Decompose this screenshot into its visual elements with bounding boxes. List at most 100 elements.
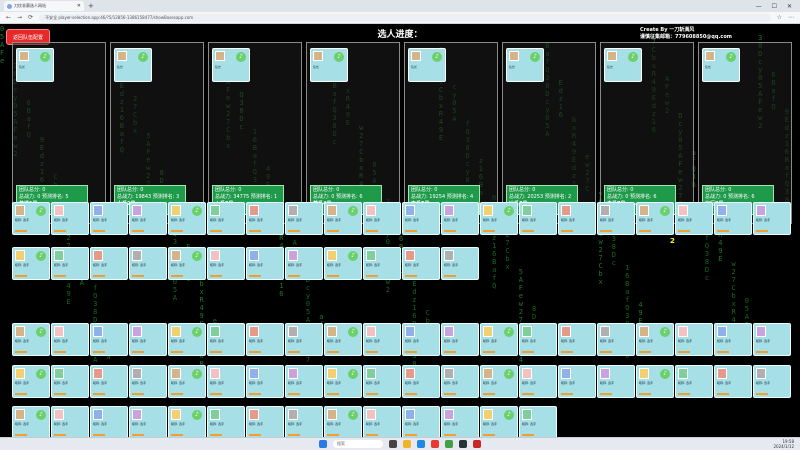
speaker-icon[interactable]: ♪ (628, 52, 638, 62)
player-card[interactable]: 昵称: 选手 (675, 365, 713, 398)
player-card[interactable]: 昵称: 选手 (129, 365, 167, 398)
player-card[interactable]: 昵称: 选手 (714, 365, 752, 398)
player-card[interactable]: 昵称: 选手 ♪ (636, 202, 674, 235)
player-card[interactable]: 昵称: 选手 (246, 406, 284, 437)
player-card[interactable]: 昵称: 选手 (441, 406, 479, 437)
search-input[interactable]: 搜索 (333, 440, 383, 448)
speaker-icon[interactable]: ♪ (138, 52, 148, 62)
speaker-icon[interactable]: ♪ (504, 206, 514, 216)
player-card[interactable]: 昵称: 选手 (246, 323, 284, 356)
player-card[interactable]: 昵称: 选手 (246, 247, 284, 280)
player-card[interactable]: 昵称: 选手 (51, 365, 89, 398)
player-card[interactable]: 昵称: 选手 (285, 406, 323, 437)
captain-card[interactable]: ♪ 队长 (702, 48, 740, 82)
player-card[interactable]: 昵称: 选手 ♪ (324, 365, 362, 398)
player-card[interactable]: 昵称: 选手 (597, 202, 635, 235)
player-card[interactable]: 昵称: 选手 (402, 365, 440, 398)
player-card[interactable]: 昵称: 选手 (363, 365, 401, 398)
player-card[interactable]: 昵称: 选手 ♪ (480, 323, 518, 356)
player-card[interactable]: 昵称: 选手 ♪ (324, 247, 362, 280)
player-card[interactable]: 昵称: 选手 (714, 323, 752, 356)
speaker-icon[interactable]: ♪ (660, 369, 670, 379)
speaker-icon[interactable]: ♪ (36, 410, 46, 420)
forward-icon[interactable]: → (17, 14, 22, 21)
favorites-icon[interactable]: ☆ (777, 14, 782, 21)
captain-card[interactable]: ♪ 队长 (16, 48, 54, 82)
player-card[interactable]: 昵称: 选手 ♪ (480, 365, 518, 398)
speaker-icon[interactable]: ♪ (504, 410, 514, 420)
speaker-icon[interactable]: ♪ (192, 206, 202, 216)
captain-card[interactable]: ♪ 队长 (506, 48, 544, 82)
player-card[interactable]: 昵称: 选手 (402, 406, 440, 437)
new-tab-button[interactable]: + (88, 2, 94, 10)
speaker-icon[interactable]: ♪ (192, 251, 202, 261)
player-card[interactable]: 昵称: 选手 (558, 202, 596, 235)
player-card[interactable]: 昵称: 选手 (207, 247, 245, 280)
speaker-icon[interactable]: ♪ (504, 327, 514, 337)
close-tab-icon[interactable]: ✕ (77, 3, 81, 9)
url-input[interactable]: 不安全 player-selection.app:46/?5/12856-138… (39, 13, 771, 22)
speaker-icon[interactable]: ♪ (192, 369, 202, 379)
player-card[interactable]: 昵称: 选手 (285, 202, 323, 235)
app-icon[interactable] (445, 440, 453, 448)
player-card[interactable]: 昵称: 选手 (90, 202, 128, 235)
start-icon[interactable] (319, 440, 327, 448)
player-card[interactable]: 昵称: 选手 (753, 202, 791, 235)
player-card[interactable]: 昵称: 选手 (285, 365, 323, 398)
player-card[interactable]: 昵称: 选手 (90, 406, 128, 437)
player-card[interactable]: 昵称: 选手 (363, 323, 401, 356)
speaker-icon[interactable]: ♪ (36, 369, 46, 379)
player-card[interactable]: 昵称: 选手 (441, 202, 479, 235)
player-card[interactable]: 昵称: 选手 (363, 406, 401, 437)
back-icon[interactable]: ← (6, 14, 11, 21)
player-card[interactable]: 昵称: 选手 (519, 202, 557, 235)
captain-card[interactable]: ♪ 队长 (310, 48, 348, 82)
player-card[interactable]: 昵称: 选手 ♪ (12, 365, 50, 398)
player-card[interactable]: 昵称: 选手 ♪ (12, 202, 50, 235)
speaker-icon[interactable]: ♪ (530, 52, 540, 62)
player-card[interactable]: 昵称: 选手 (90, 323, 128, 356)
player-card[interactable]: 昵称: 选手 (441, 365, 479, 398)
speaker-icon[interactable]: ♪ (348, 369, 358, 379)
captain-card[interactable]: ♪ 队长 (604, 48, 642, 82)
player-card[interactable]: 昵称: 选手 ♪ (168, 247, 206, 280)
player-card[interactable]: 昵称: 选手 (558, 323, 596, 356)
speaker-icon[interactable]: ♪ (348, 327, 358, 337)
player-card[interactable]: 昵称: 选手 (207, 406, 245, 437)
speaker-icon[interactable]: ♪ (660, 206, 670, 216)
player-card[interactable]: 昵称: 选手 (129, 247, 167, 280)
player-card[interactable]: 昵称: 选手 ♪ (636, 365, 674, 398)
minimize-icon[interactable]: — (756, 3, 762, 10)
player-card[interactable]: 昵称: 选手 (675, 202, 713, 235)
player-card[interactable]: 昵称: 选手 (246, 202, 284, 235)
player-card[interactable]: 昵称: 选手 (441, 323, 479, 356)
speaker-icon[interactable]: ♪ (36, 206, 46, 216)
task-view-icon[interactable] (389, 440, 397, 448)
player-card[interactable]: 昵称: 选手 (129, 202, 167, 235)
player-card[interactable]: 昵称: 选手 (558, 365, 596, 398)
player-card[interactable]: 昵称: 选手 (363, 247, 401, 280)
player-card[interactable]: 昵称: 选手 (402, 202, 440, 235)
speaker-icon[interactable]: ♪ (504, 369, 514, 379)
player-card[interactable]: 昵称: 选手 (90, 365, 128, 398)
player-card[interactable]: 昵称: 选手 (285, 323, 323, 356)
player-card[interactable]: 昵称: 选手 (441, 247, 479, 280)
maximize-icon[interactable]: ☐ (772, 3, 777, 10)
player-card[interactable]: 昵称: 选手 ♪ (480, 406, 518, 437)
player-card[interactable]: 昵称: 选手 ♪ (168, 365, 206, 398)
player-card[interactable]: 昵称: 选手 ♪ (168, 202, 206, 235)
player-card[interactable]: 昵称: 选手 ♪ (324, 406, 362, 437)
speaker-icon[interactable]: ♪ (348, 251, 358, 261)
steam-icon[interactable] (459, 440, 467, 448)
player-card[interactable]: 昵称: 选手 (51, 323, 89, 356)
player-card[interactable]: 昵称: 选手 ♪ (324, 323, 362, 356)
player-card[interactable]: 昵称: 选手 ♪ (636, 323, 674, 356)
player-card[interactable]: 昵称: 选手 (519, 323, 557, 356)
player-card[interactable]: 昵称: 选手 (675, 323, 713, 356)
captain-card[interactable]: ♪ 队长 (408, 48, 446, 82)
player-card[interactable]: 昵称: 选手 ♪ (168, 323, 206, 356)
speaker-icon[interactable]: ♪ (40, 52, 50, 62)
player-card[interactable]: 昵称: 选手 ♪ (12, 247, 50, 280)
player-card[interactable]: 昵称: 选手 (129, 323, 167, 356)
speaker-icon[interactable]: ♪ (432, 52, 442, 62)
